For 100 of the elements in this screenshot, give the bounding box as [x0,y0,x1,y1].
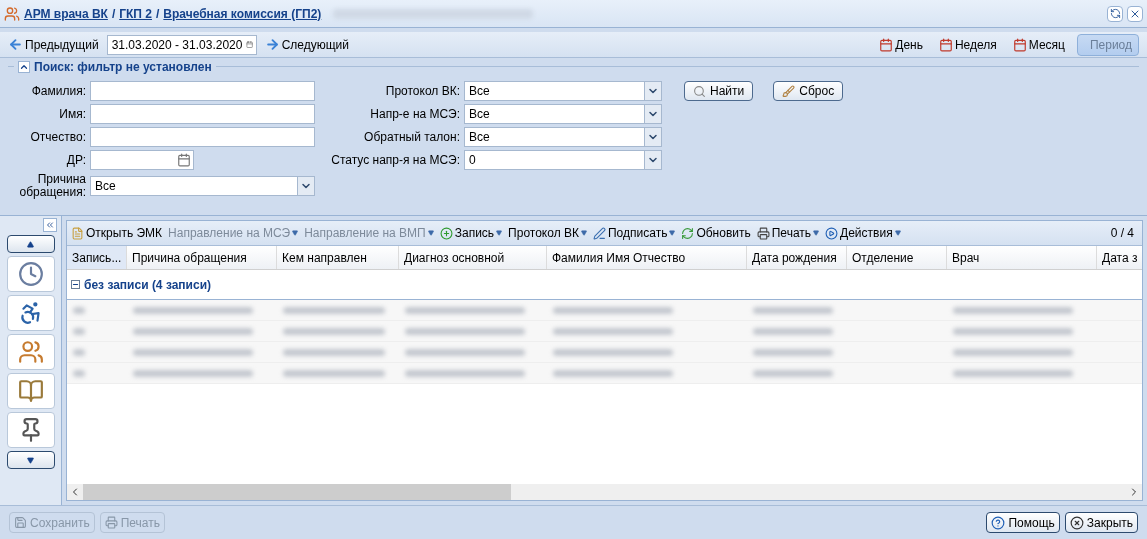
group-label: без записи (4 записи) [84,276,212,294]
refresh-button[interactable] [1107,5,1123,22]
toolbar-button[interactable]: Протокол ВК [508,224,587,242]
select-value: Все [468,129,491,146]
document-icon [71,226,84,240]
toolbar-button[interactable]: Открыть ЭМК [71,224,163,242]
clock-icon [17,261,44,287]
select-value: 0 [468,152,477,169]
reset-button[interactable]: Сброс [773,81,844,101]
record-counter: 0 / 4 [1110,225,1135,242]
period-button[interactable]: День [875,33,927,56]
column-header[interactable]: Врач [947,246,1097,269]
nav-tile[interactable] [6,412,55,448]
triangle-up-icon [27,240,34,248]
breadcrumb-link[interactable]: ГКП 2 [119,4,152,23]
calendar-icon [177,153,191,167]
select-value: Все [468,106,491,123]
arrow-right-icon [264,37,280,52]
close-button[interactable] [1127,5,1143,22]
group-toggle[interactable] [71,280,80,289]
nav-tile[interactable] [6,256,55,292]
caret-icon [581,230,587,236]
field-label: Имя: [58,107,86,121]
toolbar-button[interactable]: Печать [756,224,820,242]
field-label: Обратный талон: [363,129,460,146]
scroll-up-button[interactable] [6,235,55,253]
select-field[interactable]: Все [464,81,662,101]
footer-button[interactable]: Помощь [986,512,1060,533]
redacted-cell [73,327,85,335]
column-header[interactable]: Причина обращения [127,246,277,269]
select-field[interactable]: Все [90,176,315,196]
text-field[interactable] [90,81,315,101]
breadcrumb-link[interactable]: Врачебная комиссия (ГП2) [163,4,322,23]
scroll-down-button[interactable] [6,451,55,469]
text-field[interactable] [90,104,315,124]
nav-tile[interactable] [6,334,55,370]
caret-icon [292,230,299,236]
play-icon [825,226,839,240]
breadcrumb-link[interactable]: АРМ врача ВК [24,4,108,23]
toolbar-button[interactable]: Запись [439,224,503,242]
toolbar-button[interactable]: Действия [825,224,901,242]
plus-icon [439,226,453,240]
field-label: Протокол ВК: [384,83,460,100]
calendar-icon [938,37,953,52]
search-icon [693,84,706,98]
column-header[interactable]: Отделение [847,246,947,269]
minus-icon [72,281,79,288]
breadcrumb-separator: / [111,5,116,23]
triangle-down-icon [27,456,34,464]
filter-title: Поиск: фильтр не установлен [34,59,212,76]
select-field[interactable]: 0 [464,150,662,170]
nav-tile[interactable] [6,373,55,409]
caret-icon [496,230,503,236]
redacted-cell [73,369,85,377]
book-icon [17,378,44,404]
select-field[interactable]: Все [464,104,662,124]
field-label: ДР: [65,153,86,167]
chevron-up-icon [19,62,29,72]
next-button[interactable]: Следующий [264,35,349,54]
footer-button[interactable]: Закрыть [1064,512,1138,533]
printer-icon [104,516,118,529]
caret-icon [669,230,676,236]
refresh-icon [681,226,695,240]
date-field[interactable] [90,150,194,170]
pen-icon [593,226,606,240]
column-header[interactable]: Запись... [67,246,127,269]
select-field[interactable]: Все [464,127,662,147]
toolbar-button[interactable]: Обновить [681,224,751,242]
collapse-toggle[interactable] [18,61,30,73]
period-button[interactable]: Месяц [1008,33,1069,56]
refresh-icon [1109,8,1121,19]
column-header[interactable]: Фамилия Имя Отчество [547,246,747,269]
collapse-button[interactable] [43,218,57,232]
redacted-cell [73,306,85,314]
help-icon [991,515,1006,530]
horizontal-scrollbar[interactable] [67,484,1142,500]
column-header[interactable]: Дата з [1097,246,1142,269]
people-icon [17,339,44,365]
caret-icon [813,230,820,236]
select-value: Все [468,83,491,100]
field-label: Отчество: [29,130,86,144]
period-button[interactable]: Неделя [934,33,1001,56]
date-range-value: 31.03.2020 - 31.03.2020 [110,36,244,54]
select-value: Все [94,178,117,195]
text-field[interactable] [90,127,315,147]
find-button[interactable]: Найти [684,81,754,101]
previous-button[interactable]: Предыдущий [8,35,99,54]
column-header[interactable]: Диагноз основной [399,246,547,269]
breadcrumb-separator: / [156,5,160,23]
column-header[interactable]: Кем направлен [277,246,399,269]
caret-icon [427,230,434,236]
column-header[interactable]: Дата рождения [747,246,847,269]
field-label: Напр-е на МСЭ: [369,106,460,123]
toolbar-button[interactable]: Подписать [593,224,676,242]
field-label: Причина обращения: [18,173,86,199]
brush-icon [782,84,796,98]
people-icon [4,5,20,22]
date-range-field[interactable]: 31.03.2020 - 31.03.2020 [106,34,257,55]
nav-tile[interactable] [6,295,55,331]
printer-icon [756,226,770,240]
